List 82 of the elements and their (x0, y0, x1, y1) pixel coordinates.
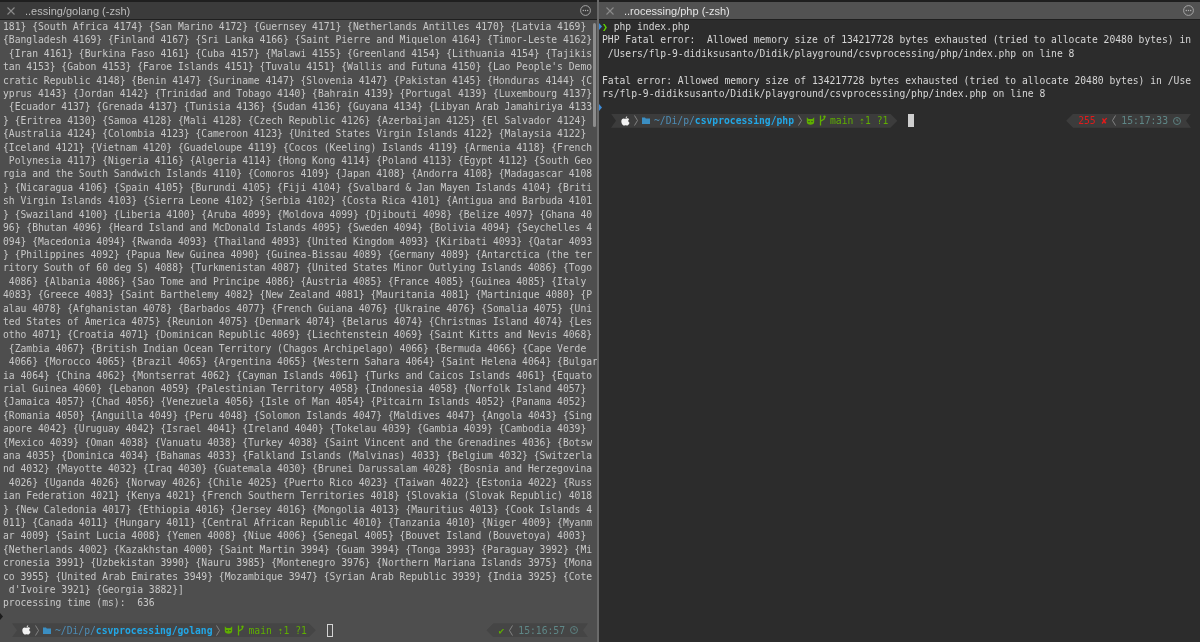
output-line: 4083} {Greece 4083} {Saint Barthelemy 4082} {New Zealand 4081} {Mauritania 4081} {Martinique 4080} {P (3, 288, 593, 302)
output-line: processing time (ms): 636 (3, 596, 155, 610)
output-line: } {Philippines 4092} {Papua New Guinea 4090} {Guinea-Bissau 4089} {Germany 4089} {Antarctica (the ter (3, 247, 593, 262)
output-line: {Zambia 4067} {British Indian Ocean Territory (Chagos Archipelago) 4066} {Bermuda 4066} {Cape Verde (7, 341, 587, 356)
more-options-icon[interactable] (580, 5, 591, 16)
output-line: rgia and the South Sandwich Islands 4110} {Comoros 4109} {Japan 4108} {Andorra 4108} {Madagascar 4108 (3, 167, 593, 181)
output-line: co 3955} {United Arab Emirates 3949} {Mozambique 3947} {Syrian Arab Republic 3939} {India 3925} {Cote (3, 569, 593, 584)
close-icon[interactable] (606, 6, 614, 15)
output-line: PHP Fatal error: Allowed memory size of 134217728 bytes exhausted (tried to allocate 20480 bytes) in (602, 33, 1192, 47)
output-line: sh Virgin Islands 4103} {Sierra Leone 4102} {Serbia 4102} {Costa Rica 4101} {Antigua and Barbuda 4101 (3, 194, 593, 208)
chevron-right-icon (35, 624, 39, 636)
git-status: main ⇡1 ?1 (248, 623, 307, 637)
output-line: 094} {Macedonia 4094} {Rwanda 4093} {Thailand 4093} {United Kingdom 4093} {Kiribati 4093} {Qatar 4093 (3, 234, 593, 248)
output-line: 4026} {Uganda 4026} {Norway 4026} {Chile 4025} {Puerto Rico 4023} {Taiwan 4022} {Estonia 4022} {Russ (7, 475, 593, 490)
output-line: 011} {Canada 4011} {Hungary 4011} {Central African Republic 4010} {Tanzania 4010} {Niger 4009} {Myanm (3, 516, 593, 530)
output-line: ian Federation 4021} {Kenya 4021} {French Southern Territories 4018} {Slovakia (Slovak Republic) 4018 (3, 489, 593, 503)
window-title: ..essing/golang (-zsh) (25, 3, 131, 18)
chevron-left-icon (509, 624, 514, 636)
output-line: cronesia 3991} {Uzbekistan 3990} {Nauru 3985} {Montenegro 3976} {Northern Mariana Islands 3975} {Mona (3, 556, 593, 570)
cat-icon (224, 626, 234, 635)
output-line: ia 4064} {China 4062} {Montserrat 4062} {Cayman Islands 4061} {Turks and Caicos Islands 4061} {Equato (3, 368, 593, 382)
git-status: main ⇡1 ?1 (830, 114, 889, 128)
output-line: {Iran 4161} {Burkina Faso 4161} {Cuba 4157} {Malawi 4155} {Greenland 4154} {Lithuania 4154} {Tajikis (7, 46, 593, 61)
output-line: 4066} {Morocco 4065} {Brazil 4065} {Argentina 4065} {Western Sahara 4064} {Saint Helena 4064} {Bulgar (7, 355, 597, 369)
output-line: /Users/flp-9-didiksusanto/Didik/playground/csvprocessing/php/index.php on line 8 (606, 46, 1075, 61)
window-title: ..rocessing/php (-zsh) (624, 3, 730, 18)
exit-status: 255 ✘ (1078, 114, 1108, 128)
output-line: ritory South of 60 deg S) 4088} {Turkmenistan 4087} {United States Minor Outlying Islands 4086} {Togo (3, 261, 593, 275)
output-line: d'Ivoire 3921} {Georgia 3882}] (7, 583, 184, 597)
close-icon[interactable] (7, 6, 15, 15)
output-line: {Australia 4124} {Colombia 4123} {Cameroon 4123} {United States Virgin Islands 4122} {Malaysia 4122} (3, 127, 587, 141)
output-line: {Bangladesh 4169} {Finland 4167} {Sri Lanka 4166} {Saint Pierre and Miquelon 4164} {Timor-Leste 4162} (3, 33, 593, 47)
clock-icon (1173, 116, 1181, 125)
output-line: ted States of America 4075} {Reunion 4075} {Denmark 4074} {Belarus 4074} {Christmas Island 4074} {Les (3, 314, 593, 329)
output-line: {Mexico 4039} {Oman 4038} {Vanuatu 4038} {Turkey 4038} {Saint Vincent and the Grenadines 4036} {Botsw (3, 435, 593, 449)
output-line: cratic Republic 4148} {Benin 4147} {Suriname 4147} {Slovenia 4147} {Pakistan 4145} {Honduras 4144} {C (3, 73, 593, 88)
branch-icon (819, 115, 826, 127)
output-line: 181} {South Africa 4174} {San Marino 4172} {Guernsey 4171} {Netherlands Antilles 4170} {Latvia 4169} (3, 20, 587, 34)
output-line: apore 4042} {Uruguay 4042} {Israel 4041} {Ireland 4040} {Tokelau 4039} {Gambia 4039} {Cambodia 4039} (3, 422, 587, 436)
cat-icon (806, 116, 815, 125)
more-options-icon[interactable] (1183, 5, 1194, 16)
output-line: otho 4071} {Croatia 4071} {Dominican Republic 4069} {Liechtenstein 4069} {Saint Kitts and Nevis 4068} (3, 328, 593, 342)
command-text: php index.php (613, 20, 690, 34)
exit-status: ✔ (498, 623, 505, 637)
branch-icon (237, 624, 245, 636)
output-line: ar 4009} {Saint Lucia 4008} {Yemen 4008} {Niue 4006} {Senegal 4005} {Bouvet Island (Bouvetoya) 4003} (3, 529, 587, 543)
output-line: {Iceland 4121} {Vietnam 4120} {Guadeloupe 4119} {Cocos (Keeling) Islands 4119} {Armenia 4118} {French (3, 140, 593, 155)
output-line: {Netherlands 4002} {Kazakhstan 4000} {Saint Martin 3994} {Guam 3994} {Tonga 3993} {Paraguay 3992} {Mi (3, 542, 593, 557)
directory-path: ~/Di/p/csvprocessing/php (654, 114, 794, 128)
output-line: 4086} {Albania 4086} {Sao Tome and Principe 4086} {Austria 4085} {France 4085} {Guinea 4085} {Italy (7, 274, 587, 289)
chevron-right-icon (634, 115, 638, 127)
clock-time: 15:17:33 (1121, 114, 1168, 128)
output-line: Fatal error: Allowed memory size of 134217728 bytes exhausted (tried to allocate 20480 bytes) in /Use (602, 73, 1192, 88)
chevron-left-icon (1112, 115, 1117, 127)
output-line: 96} {Bhutan 4096} {Heard Island and McDonald Islands 4095} {Sweden 4094} {Bolivia 4094} {Seychelles 4 (3, 221, 593, 235)
output-line: nd 4032} {Mayotte 4032} {Iraq 4030} {Guatemala 4030} {Brunei Darussalam 4028} {Bosnia and Herzegovina (3, 462, 593, 476)
output-line: alau 4078} {Afghanistan 4078} {Barbados 4077} {French Guiana 4076} {Ukraine 4076} {Somalia 4075} {Uni (3, 301, 593, 315)
scrollbar-thumb[interactable] (593, 23, 596, 127)
folder-icon (642, 117, 650, 125)
shell-mark-icon (0, 613, 3, 621)
chevron-right-icon (216, 624, 221, 636)
output-line: tan 4153} {Gabon 4153} {Faroe Islands 4151} {Tuvalu 4151} {Wallis and Futuna 4150} {Lao People's Demo (3, 60, 593, 74)
output-line: {Jamaica 4057} {Chad 4056} {Venezuela 4056} {Isle of Man 4054} {Pitcairn Islands 4052} {Panama 4052} (3, 395, 587, 409)
output-line: yprus 4143} {Jordan 4142} {Trinidad and Tobago 4140} {Bahrain 4139} {Portugal 4139} {Luxembourg 4137} (3, 87, 593, 101)
output-line: rial Guinea 4060} {Lebanon 4059} {Palestinian Territory 4058} {Indonesia 4058} {Norfolk Island 4057} (3, 381, 587, 396)
output-line: } {New Caledonia 4017} {Ethiopia 4016} {Jersey 4016} {Mongolia 4013} {Mauritius 4013} {Cook Islands 4 (3, 502, 593, 517)
folder-icon (43, 626, 51, 634)
output-line: } {Nicaragua 4106} {Spain 4105} {Burundi 4105} {Fiji 4104} {Svalbard & Jan Mayen Islands 4104} {Briti (3, 180, 593, 195)
output-line: {Ecuador 4137} {Grenada 4137} {Tunisia 4136} {Sudan 4136} {Guyana 4134} {Libyan Arab Jamahiriya 4133 (7, 100, 593, 114)
output-line: } {Swaziland 4100} {Liberia 4100} {Aruba 4099} {Moldova 4099} {Djibouti 4098} {Belize 4097} {Ghana 40 (3, 207, 593, 222)
output-line: Polynesia 4117} {Nigeria 4116} {Algeria 4114} {Hong Kong 4114} {Poland 4113} {Egypt 4112} {South Geo (7, 154, 593, 168)
apple-icon (621, 115, 630, 126)
output-line: {Romania 4050} {Anguilla 4049} {Peru 4048} {Solomon Islands 4047} {Maldives 4047} {Angola 4043} {Sing (3, 408, 593, 423)
chevron-right-icon (798, 115, 802, 127)
apple-icon (22, 625, 31, 636)
prompt-symbol: ❯ (602, 20, 608, 34)
directory-path: ~/Di/p/csvprocessing/golang (55, 623, 213, 637)
clock-icon (570, 626, 578, 635)
output-line: ana 4035} {Dominica 4034} {Bahamas 4033} {Falkland Islands (Malvinas) 4033} {Belgium 4032} {Switzerla (3, 449, 593, 463)
output-line: } {Eritrea 4130} {Samoa 4128} {Mali 4128} {Czech Republic 4126} {Azerbaijan 4125} {El Salvador 4124} (3, 113, 587, 128)
clock-time: 15:16:57 (518, 623, 565, 637)
output-line: rs/flp-9-didiksusanto/Didik/playground/csvprocessing/php/index.php on line 8 (602, 87, 1046, 101)
